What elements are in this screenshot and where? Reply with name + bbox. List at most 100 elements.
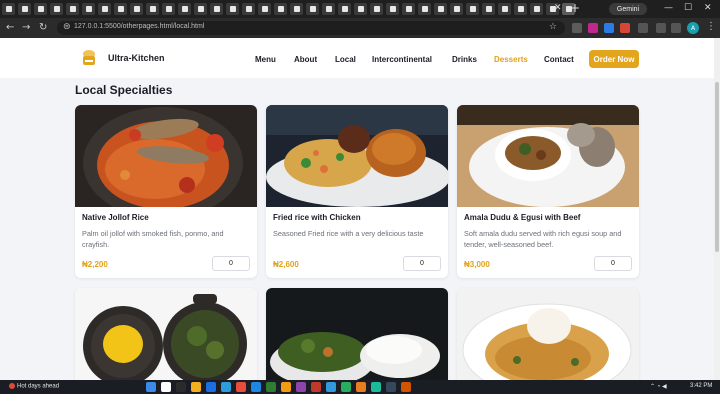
downloads-icon[interactable] <box>656 23 666 33</box>
brand-name[interactable]: Ultra-Kitchen <box>108 53 165 63</box>
browser-tab[interactable] <box>434 3 447 15</box>
browser-tab[interactable] <box>18 3 31 15</box>
taskbar-app-icon[interactable] <box>311 382 321 392</box>
tab-favicon-icon <box>309 6 316 12</box>
browser-tab[interactable] <box>66 3 79 15</box>
browser-tab[interactable] <box>386 3 399 15</box>
browser-tab[interactable] <box>114 3 127 15</box>
browser-tab[interactable] <box>34 3 47 15</box>
nav-menu[interactable]: Menu <box>255 55 276 64</box>
taskbar-apps <box>146 382 411 392</box>
forward-icon[interactable]: → <box>22 22 30 33</box>
browser-tab[interactable] <box>258 3 271 15</box>
browser-tab[interactable] <box>370 3 383 15</box>
browser-tab[interactable] <box>178 3 191 15</box>
browser-tab[interactable] <box>210 3 223 15</box>
browser-tab[interactable] <box>418 3 431 15</box>
browser-tab[interactable] <box>242 3 255 15</box>
order-now-button[interactable]: Order Now <box>589 50 639 68</box>
taskbar-app-icon[interactable] <box>221 382 231 392</box>
taskbar-app-icon[interactable] <box>371 382 381 392</box>
browser-tab[interactable] <box>146 3 159 15</box>
browser-tab[interactable] <box>530 3 543 15</box>
weather-widget[interactable]: Hot days ahead <box>9 383 59 390</box>
quantity-input[interactable]: 0 <box>212 256 250 271</box>
profile-avatar[interactable]: A <box>687 22 699 34</box>
ultra-kitchen-logo[interactable] <box>80 48 98 68</box>
browser-tab[interactable] <box>194 3 207 15</box>
taskbar-app-icon[interactable] <box>236 382 246 392</box>
nav-desserts[interactable]: Desserts <box>494 55 528 64</box>
clock[interactable]: 3:42 PM <box>690 383 712 389</box>
gemini-button[interactable]: Gemini <box>609 3 647 15</box>
page-scrollbar[interactable] <box>714 38 720 380</box>
tab-favicon-icon <box>533 6 540 12</box>
nav-contact[interactable]: Contact <box>544 55 574 64</box>
browser-tab[interactable] <box>50 3 63 15</box>
browser-menu-icon[interactable]: ⋮ <box>706 21 716 32</box>
nav-intercontinental[interactable]: Intercontinental <box>372 55 432 64</box>
browser-tab[interactable] <box>338 3 351 15</box>
taskbar-app-icon[interactable] <box>251 382 261 392</box>
reload-icon[interactable]: ↻ <box>39 22 47 33</box>
browser-tab[interactable] <box>322 3 335 15</box>
taskbar-app-icon[interactable] <box>281 382 291 392</box>
site-info-icon[interactable]: ⊜ <box>63 22 71 32</box>
extension-pen-icon[interactable] <box>572 23 582 33</box>
bookmark-star-icon[interactable]: ☆ <box>549 22 557 32</box>
nav-drinks[interactable]: Drinks <box>452 55 477 64</box>
browser-tab[interactable] <box>514 3 527 15</box>
browser-tab[interactable] <box>2 3 15 15</box>
browser-tab[interactable] <box>402 3 415 15</box>
back-icon[interactable]: ← <box>6 22 14 33</box>
taskbar-app-icon[interactable] <box>191 382 201 392</box>
browser-tab[interactable] <box>98 3 111 15</box>
browser-tab[interactable] <box>482 3 495 15</box>
quantity-input[interactable]: 0 <box>403 256 441 271</box>
tab-favicon-icon <box>501 6 508 12</box>
browser-tab[interactable] <box>226 3 239 15</box>
nav-local[interactable]: Local <box>335 55 356 64</box>
browser-tab[interactable] <box>466 3 479 15</box>
browser-tab[interactable] <box>498 3 511 15</box>
tab-favicon-icon <box>485 6 492 12</box>
browser-tab[interactable] <box>82 3 95 15</box>
browser-tab[interactable] <box>450 3 463 15</box>
new-tab-button[interactable]: + <box>570 1 580 15</box>
system-tray[interactable]: ⌃ ◔ ◀ <box>650 383 667 390</box>
taskbar-app-icon[interactable] <box>356 382 366 392</box>
taskbar-app-icon[interactable] <box>176 382 186 392</box>
maximize-icon[interactable]: ☐ <box>684 3 692 13</box>
taskbar-app-icon[interactable] <box>206 382 216 392</box>
browser-tab[interactable] <box>354 3 367 15</box>
browser-tab[interactable] <box>274 3 287 15</box>
extensions-puzzle-icon[interactable] <box>638 23 648 33</box>
browser-tab[interactable] <box>130 3 143 15</box>
extension-shield-icon[interactable] <box>604 23 614 33</box>
url-text[interactable]: 127.0.0.1:5500/otherpages.html/local.htm… <box>74 23 204 30</box>
taskbar-app-icon[interactable] <box>386 382 396 392</box>
taskbar-app-icon[interactable] <box>161 382 171 392</box>
section-title: Local Specialties <box>75 83 173 97</box>
taskbar-app-icon[interactable] <box>401 382 411 392</box>
quantity-input[interactable]: 0 <box>594 256 632 271</box>
taskbar-app-icon[interactable] <box>326 382 336 392</box>
taskbar-app-icon[interactable] <box>146 382 156 392</box>
extension-download-icon[interactable] <box>588 23 598 33</box>
minimize-icon[interactable]: — <box>664 3 673 13</box>
vegetable-soup-image <box>266 288 448 380</box>
scrollbar-thumb[interactable] <box>715 82 719 252</box>
dish-card-amala: Amala Dudu & Egusi with Beef Soft amala … <box>457 105 639 278</box>
address-bar[interactable]: ⊜ 127.0.0.1:5500/otherpages.html/local.h… <box>57 21 565 35</box>
side-panel-icon[interactable] <box>671 23 681 33</box>
browser-tab[interactable] <box>290 3 303 15</box>
browser-tab[interactable] <box>162 3 175 15</box>
taskbar-app-icon[interactable] <box>266 382 276 392</box>
close-window-icon[interactable]: ✕ <box>704 3 712 13</box>
taskbar-app-icon[interactable] <box>296 382 306 392</box>
nav-about[interactable]: About <box>294 55 317 64</box>
taskbar-app-icon[interactable] <box>341 382 351 392</box>
close-tab-icon[interactable]: ✕ <box>554 3 562 13</box>
browser-tab[interactable] <box>306 3 319 15</box>
extension-red-icon[interactable] <box>620 23 630 33</box>
